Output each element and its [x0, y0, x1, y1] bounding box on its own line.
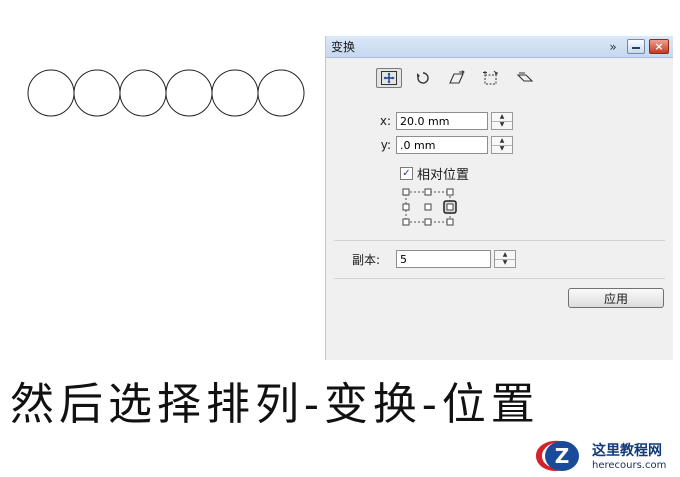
caption-text: 然后选择排列-变换-位置 — [10, 379, 540, 430]
anchor-bottom-right[interactable] — [446, 218, 454, 226]
watermark-text: 这里教程网 herecours.com — [592, 440, 666, 471]
scale-mirror-tool-button[interactable] — [444, 68, 470, 88]
relative-position-label: 相对位置 — [417, 168, 470, 183]
circle-shape[interactable] — [73, 69, 121, 117]
circle-shape[interactable] — [165, 69, 213, 117]
y-spin-up-icon[interactable]: ▲ — [492, 137, 512, 145]
circle-shape[interactable] — [211, 69, 259, 117]
y-label: y: — [380, 138, 391, 152]
y-spin-down-icon[interactable]: ▼ — [492, 144, 512, 154]
x-spin-down-icon[interactable]: ▼ — [492, 120, 512, 130]
transform-panel: 变换 » × x: 20.0 mm ▲ ▼ y: .0 mm ▲ ▼ ✓ 相对位… — [325, 36, 673, 360]
divider-bottom — [334, 278, 665, 279]
anchor-top-left[interactable] — [402, 188, 410, 196]
scale-mirror-icon — [449, 70, 465, 84]
transform-toolbar — [376, 68, 538, 88]
minimize-button[interactable] — [627, 39, 645, 54]
rotate-tool-button[interactable] — [410, 68, 436, 88]
anchor-bottom-left[interactable] — [402, 218, 410, 226]
copies-label: 副本: — [352, 252, 381, 267]
relative-position-checkbox[interactable]: ✓ — [400, 167, 413, 180]
anchor-point-grid — [402, 188, 457, 226]
y-spinner[interactable]: ▲ ▼ — [491, 136, 513, 154]
anchor-top-right[interactable] — [446, 188, 454, 196]
x-input[interactable] — [396, 112, 488, 130]
rotate-icon — [417, 72, 429, 84]
copies-spin-up-icon[interactable]: ▲ — [495, 251, 515, 259]
anchor-center[interactable] — [424, 203, 432, 211]
circle-row — [27, 69, 305, 117]
site-watermark: Z 这里教程网 herecours.com — [530, 436, 666, 474]
y-input[interactable] — [396, 136, 488, 154]
circle-shape[interactable] — [119, 69, 167, 117]
logo-letter: Z — [555, 444, 570, 468]
panel-title: 变换 — [331, 40, 356, 54]
x-field-row: x: ▲ ▼ — [374, 112, 513, 130]
watermark-url: herecours.com — [592, 459, 667, 471]
x-spin-up-icon[interactable]: ▲ — [492, 113, 512, 121]
copies-spinner[interactable]: ▲ ▼ — [494, 250, 516, 268]
circle-shape[interactable] — [257, 69, 305, 117]
divider-top — [334, 240, 665, 241]
anchor-bottom-center[interactable] — [424, 218, 432, 226]
copies-row: 副本: ▲ ▼ — [352, 250, 516, 268]
y-field-row: y: ▲ ▼ — [374, 136, 513, 154]
close-button[interactable]: × — [649, 39, 669, 54]
copies-input[interactable] — [396, 250, 491, 268]
x-spinner[interactable]: ▲ ▼ — [491, 112, 513, 130]
position-tool-button[interactable] — [376, 68, 402, 88]
header-controls: » × — [603, 39, 669, 54]
panel-header: 变换 » × — [326, 36, 673, 58]
expand-button[interactable]: » — [603, 40, 623, 54]
watermark-name: 这里教程网 — [592, 442, 662, 459]
position-icon — [381, 71, 397, 85]
anchor-middle-left[interactable] — [402, 203, 410, 211]
skew-icon — [516, 72, 534, 82]
circle-shape[interactable] — [27, 69, 75, 117]
size-icon — [483, 70, 498, 85]
skew-tool-button[interactable] — [512, 68, 538, 88]
relative-position-row: ✓ 相对位置 — [400, 164, 469, 183]
size-tool-button[interactable] — [478, 68, 504, 88]
apply-button[interactable]: 应用 — [568, 288, 664, 308]
anchor-top-center[interactable] — [424, 188, 432, 196]
x-label: x: — [379, 114, 391, 128]
site-logo-icon: Z — [536, 440, 579, 471]
copies-spin-down-icon[interactable]: ▼ — [495, 258, 515, 268]
